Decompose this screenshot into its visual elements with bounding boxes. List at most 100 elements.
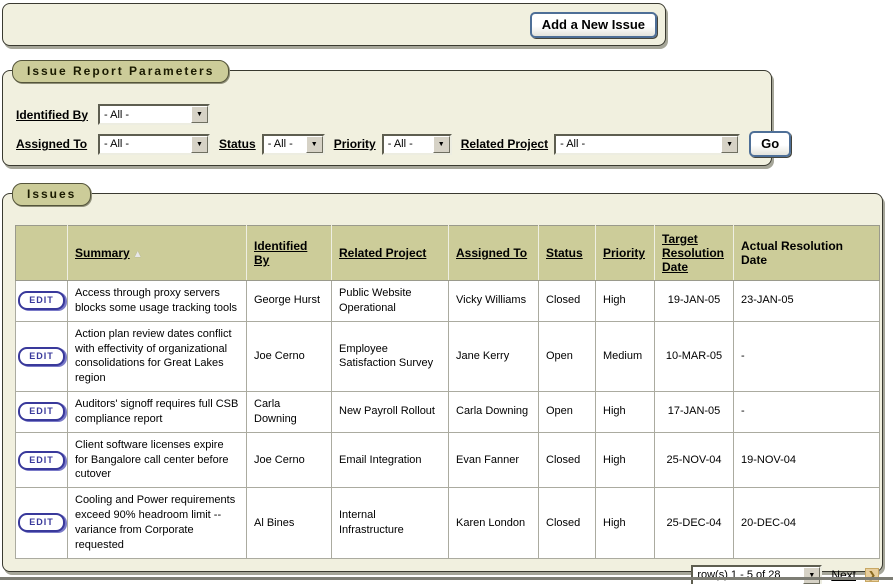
actual-resolution-date-cell: 23-JAN-05 [734, 281, 880, 322]
region-title-issues: Issues [12, 183, 91, 206]
footer-divider [0, 577, 893, 580]
go-button[interactable]: Go [749, 131, 791, 157]
target-resolution-date-cell: 10-MAR-05 [655, 321, 734, 391]
col-edit [16, 226, 68, 281]
summary-cell: Client software licenses expire for Bang… [68, 432, 247, 488]
header-row: Summary▲ Identified By Related Project A… [16, 226, 880, 281]
next-link[interactable]: Next [831, 568, 856, 582]
identified-by-cell: Al Bines [247, 488, 332, 558]
assigned-to-cell: Evan Fanner [449, 432, 539, 488]
priority-cell: High [596, 281, 655, 322]
identified-by-cell: George Hurst [247, 281, 332, 322]
assigned-to-select[interactable]: - All - ▼ [98, 134, 210, 155]
related-project-cell: Employee Satisfaction Survey [332, 321, 449, 391]
col-target-resolution-date-label: Target Resolution Date [662, 232, 724, 274]
status-label[interactable]: Status [219, 137, 256, 151]
related-project-cell: Email Integration [332, 432, 449, 488]
col-related-project-label: Related Project [339, 246, 426, 260]
actual-resolution-date-cell: - [734, 321, 880, 391]
col-related-project[interactable]: Related Project [332, 226, 449, 281]
add-new-issue-button[interactable]: Add a New Issue [530, 12, 657, 38]
edit-button[interactable]: EDIT [18, 451, 65, 470]
edit-cell: EDIT [16, 488, 68, 558]
target-resolution-date-cell: 25-NOV-04 [655, 432, 734, 488]
status-cell: Closed [539, 488, 596, 558]
col-identified-by-label: Identified By [254, 239, 307, 267]
assigned-to-cell: Vicky Williams [449, 281, 539, 322]
related-project-label[interactable]: Related Project [461, 137, 548, 151]
toolbar-region: Add a New Issue [2, 3, 666, 46]
status-group: Status - All - ▼ [219, 134, 325, 155]
table-row: EDIT Cooling and Power requirements exce… [16, 488, 880, 558]
select-value: - All - [268, 138, 293, 150]
assigned-to-cell: Jane Kerry [449, 321, 539, 391]
pagination-bar: row(s) 1 - 5 of 28 ▼ Next ❯ [15, 565, 879, 584]
select-value: - All - [104, 109, 129, 121]
related-project-cell: Public Website Operational [332, 281, 449, 322]
table-row: EDIT Auditors' signoff requires full CSB… [16, 392, 880, 433]
identified-by-select[interactable]: - All - ▼ [98, 104, 210, 125]
chevron-down-icon: ▼ [721, 136, 738, 153]
identified-by-cell: Joe Cerno [247, 321, 332, 391]
table-row: EDIT Access through proxy servers blocks… [16, 281, 880, 322]
row-range-select[interactable]: row(s) 1 - 5 of 28 ▼ [691, 565, 822, 584]
param-row-1: Identified By - All - ▼ [16, 104, 761, 125]
col-target-resolution-date[interactable]: Target Resolution Date [655, 226, 734, 281]
status-cell: Open [539, 392, 596, 433]
chevron-down-icon: ▼ [306, 136, 323, 153]
summary-cell: Access through proxy servers blocks some… [68, 281, 247, 322]
table-row: EDIT Client software licenses expire for… [16, 432, 880, 488]
edit-cell: EDIT [16, 392, 68, 433]
param-row-2: Assigned To - All - ▼ Status - All - ▼ P… [16, 131, 761, 157]
priority-cell: Medium [596, 321, 655, 391]
chevron-down-icon: ▼ [803, 567, 820, 584]
summary-cell: Auditors' signoff requires full CSB comp… [68, 392, 247, 433]
edit-button[interactable]: EDIT [18, 513, 65, 532]
identified-by-cell: Joe Cerno [247, 432, 332, 488]
summary-cell: Action plan review dates conflict with e… [68, 321, 247, 391]
assigned-to-cell: Karen London [449, 488, 539, 558]
related-project-cell: Internal Infrastructure [332, 488, 449, 558]
identified-by-label[interactable]: Identified By [16, 108, 92, 122]
edit-cell: EDIT [16, 321, 68, 391]
edit-cell: EDIT [16, 432, 68, 488]
col-assigned-to-label: Assigned To [456, 246, 527, 260]
chevron-down-icon: ▼ [191, 136, 208, 153]
col-actual-resolution-date-label: Actual Resolution Date [741, 239, 843, 267]
assigned-to-group: Assigned To - All - ▼ [16, 134, 210, 155]
summary-cell: Cooling and Power requirements exceed 90… [68, 488, 247, 558]
table-row: EDIT Action plan review dates conflict w… [16, 321, 880, 391]
edit-button[interactable]: EDIT [18, 347, 65, 366]
edit-button[interactable]: EDIT [18, 402, 65, 421]
issue-report-parameters-region: Issue Report Parameters Identified By - … [2, 70, 772, 166]
col-summary-label: Summary [75, 246, 130, 260]
actual-resolution-date-cell: 20-DEC-04 [734, 488, 880, 558]
col-actual-resolution-date: Actual Resolution Date [734, 226, 880, 281]
col-assigned-to[interactable]: Assigned To [449, 226, 539, 281]
status-cell: Closed [539, 432, 596, 488]
col-identified-by[interactable]: Identified By [247, 226, 332, 281]
actual-resolution-date-cell: - [734, 392, 880, 433]
col-priority-label: Priority [603, 246, 645, 260]
col-summary[interactable]: Summary▲ [68, 226, 247, 281]
related-project-select[interactable]: - All - ▼ [554, 134, 740, 155]
chevron-down-icon: ▼ [191, 106, 208, 123]
priority-select[interactable]: - All - ▼ [382, 134, 452, 155]
col-status-label: Status [546, 246, 583, 260]
assigned-to-label[interactable]: Assigned To [16, 137, 92, 151]
priority-cell: High [596, 392, 655, 433]
identified-by-cell: Carla Downing [247, 392, 332, 433]
priority-label[interactable]: Priority [334, 137, 376, 151]
select-value: - All - [104, 138, 129, 150]
sort-ascending-icon: ▲ [133, 249, 143, 260]
priority-cell: High [596, 488, 655, 558]
status-select[interactable]: - All - ▼ [262, 134, 325, 155]
status-cell: Closed [539, 281, 596, 322]
col-priority[interactable]: Priority [596, 226, 655, 281]
next-arrow-icon[interactable]: ❯ [865, 568, 879, 582]
select-value: - All - [560, 138, 585, 150]
status-cell: Open [539, 321, 596, 391]
issues-table: Summary▲ Identified By Related Project A… [15, 225, 880, 559]
col-status[interactable]: Status [539, 226, 596, 281]
edit-button[interactable]: EDIT [18, 291, 65, 310]
